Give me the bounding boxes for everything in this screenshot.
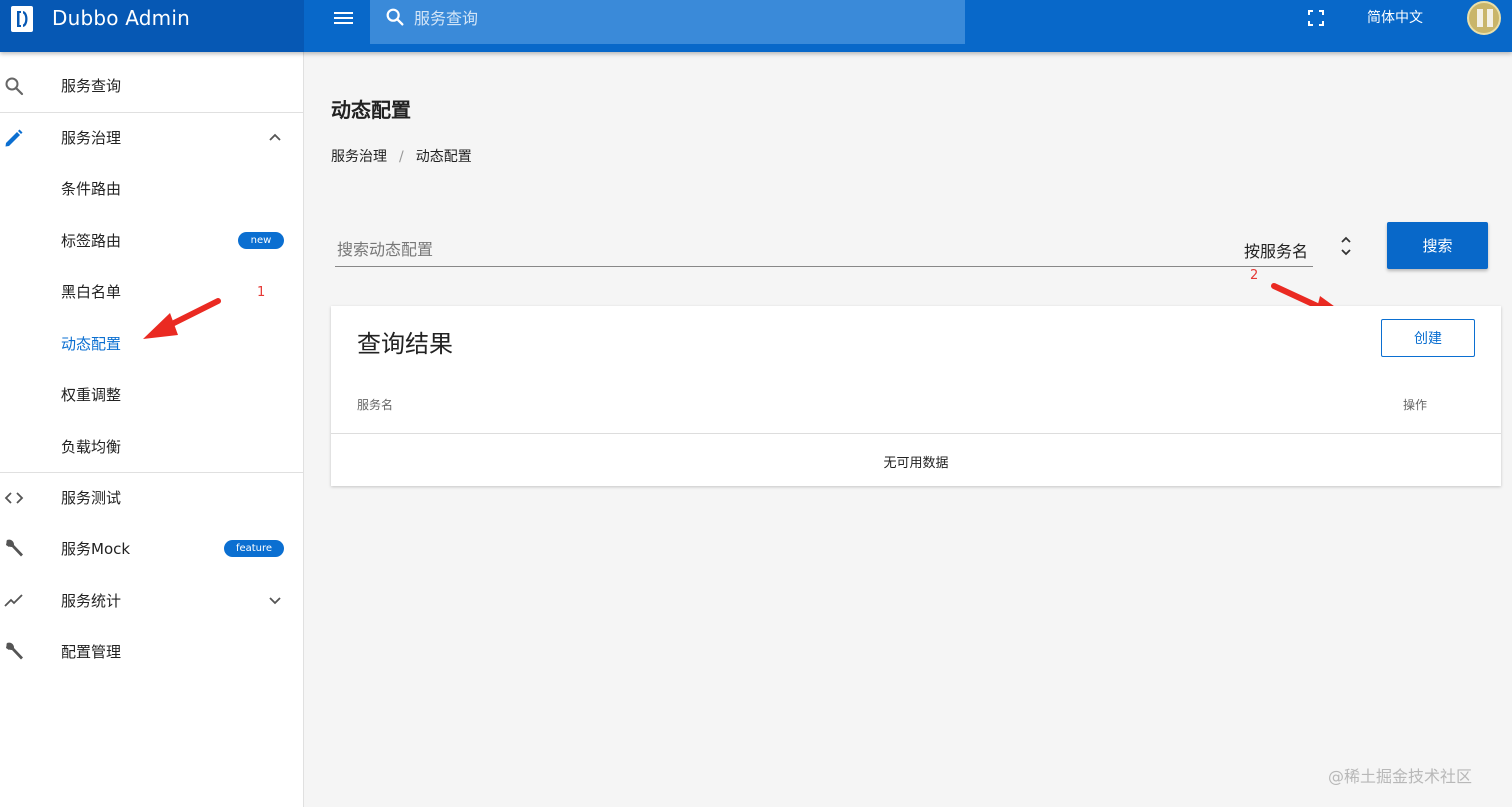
table-divider: [331, 433, 1501, 434]
menu-toggle-icon[interactable]: [332, 8, 356, 28]
code-icon: [4, 492, 24, 504]
sidebar-item-label: 服务测试: [61, 489, 122, 507]
sidebar-item-label: 服务查询: [61, 77, 122, 95]
search-icon: [5, 77, 24, 96]
breadcrumb-separator: /: [399, 149, 404, 165]
language-selector[interactable]: 简体中文: [1367, 7, 1423, 27]
app-title: Dubbo Admin: [52, 6, 191, 30]
sidebar-item-label: 标签路由: [61, 232, 122, 250]
watermark: @稀土掘金技术社区: [1328, 767, 1473, 786]
trending-icon: [4, 594, 23, 607]
sidebar-item-service-test[interactable]: 服务测试: [0, 475, 304, 521]
search-icon: [386, 8, 404, 26]
sidebar-item-label: 条件路由: [61, 180, 122, 198]
sidebar-item-tag-route[interactable]: 标签路由 new: [0, 218, 304, 264]
sidebar-item-label: 配置管理: [61, 643, 122, 661]
page-title: 动态配置: [331, 98, 411, 122]
wrench-icon: [6, 539, 23, 557]
divider: [0, 472, 304, 473]
search-type-select[interactable]: 按服务名: [1244, 238, 1308, 262]
sidebar-item-weight-adjust[interactable]: 权重调整: [0, 372, 304, 418]
fullscreen-icon[interactable]: [1306, 8, 1326, 28]
breadcrumb: 服务治理 / 动态配置: [331, 146, 472, 166]
wrench-icon: [6, 642, 23, 660]
sidebar-item-label: 动态配置: [61, 335, 122, 353]
config-search-input[interactable]: [335, 236, 1215, 262]
breadcrumb-item-current: 动态配置: [415, 149, 472, 165]
sidebar-item-label: 黑白名单: [61, 283, 122, 301]
dubbo-logo-icon: [11, 6, 33, 32]
chevron-down-icon: [269, 597, 281, 605]
sidebar-item-load-balance[interactable]: 负载均衡: [0, 424, 304, 470]
search-button[interactable]: 搜索: [1387, 222, 1488, 269]
annotation-marker-2: 2: [1250, 268, 1259, 283]
sidebar-item-label: 服务治理: [61, 129, 122, 147]
pencil-icon: [5, 129, 23, 147]
create-button[interactable]: 创建: [1381, 319, 1475, 357]
results-title: 查询结果: [357, 330, 453, 358]
new-badge: new: [238, 232, 284, 249]
chevron-up-icon: [269, 133, 281, 141]
sidebar-item-condition-route[interactable]: 条件路由: [0, 166, 304, 212]
breadcrumb-item[interactable]: 服务治理: [331, 149, 387, 165]
select-arrows-icon[interactable]: [1338, 234, 1354, 258]
sidebar-item-label: 服务统计: [61, 592, 122, 610]
global-search-input[interactable]: [412, 4, 952, 32]
column-header-actions: 操作: [1403, 398, 1428, 412]
sidebar-item-service-query[interactable]: 服务查询: [0, 63, 304, 109]
divider: [0, 112, 304, 113]
sidebar-item-label: 权重调整: [61, 386, 122, 404]
feature-badge: feature: [224, 540, 284, 557]
sidebar: 服务查询 服务治理 条件路由 标签路由 new 黑白名单 1 动态配置 权重调整…: [0, 52, 304, 807]
results-card: 查询结果 创建 服务名 操作 无可用数据: [331, 306, 1501, 486]
empty-table-message: 无可用数据: [883, 456, 949, 471]
sidebar-item-service-governance[interactable]: 服务治理: [0, 115, 304, 161]
global-search: [370, 0, 965, 44]
sidebar-item-service-stats[interactable]: 服务统计: [0, 578, 304, 624]
sidebar-item-dynamic-config[interactable]: 动态配置: [0, 321, 304, 367]
sidebar-item-label: 负载均衡: [61, 438, 122, 456]
sidebar-item-config-manage[interactable]: 配置管理: [0, 629, 304, 675]
annotation-marker-1: 1: [257, 285, 266, 300]
brand: Dubbo Admin: [0, 0, 304, 52]
app-header: Dubbo Admin 简体中文: [0, 0, 1512, 52]
config-search-field: [335, 230, 1313, 267]
sidebar-item-service-mock[interactable]: 服务Mock feature: [0, 526, 304, 572]
column-header-service-name[interactable]: 服务名: [357, 396, 393, 413]
avatar[interactable]: [1467, 1, 1501, 35]
sidebar-item-label: 服务Mock: [61, 540, 131, 558]
